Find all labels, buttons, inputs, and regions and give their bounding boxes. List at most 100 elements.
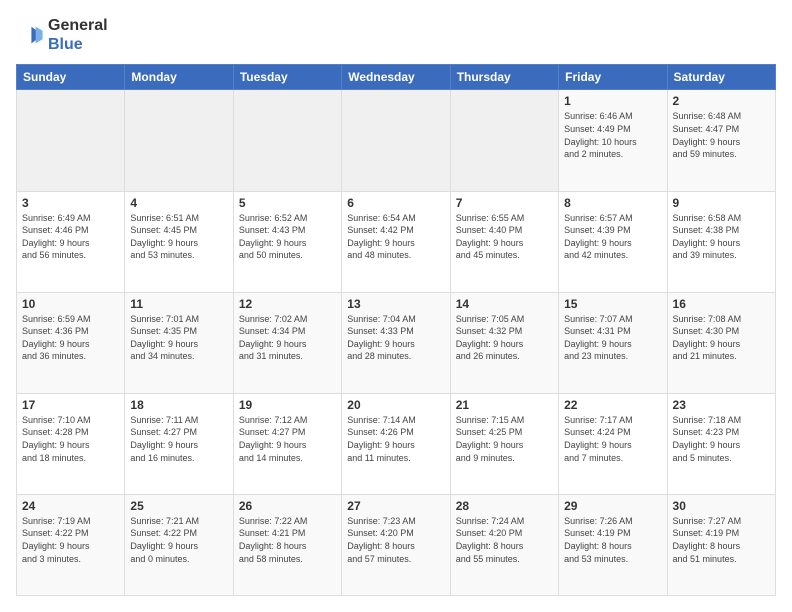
- calendar-cell: 25 Sunrise: 7:21 AM Sunset: 4:22 PM Dayli…: [125, 494, 233, 595]
- weekday-header-sunday: Sunday: [17, 65, 125, 90]
- day-info: Sunrise: 7:27 AM Sunset: 4:19 PM Dayligh…: [673, 515, 770, 565]
- day-number: 10: [22, 297, 119, 311]
- calendar-cell: 19 Sunrise: 7:12 AM Sunset: 4:27 PM Dayli…: [233, 393, 341, 494]
- day-number: 20: [347, 398, 444, 412]
- calendar-row-3: 17Sunrise: 7:10 AM Sunset: 4:28 PM Dayli…: [17, 393, 776, 494]
- calendar-cell: 21 Sunrise: 7:15 AM Sunset: 4:25 PM Dayli…: [450, 393, 558, 494]
- calendar-cell: 3Sunrise: 6:49 AM Sunset: 4:46 PM Daylig…: [17, 191, 125, 292]
- calendar-cell: [342, 90, 450, 191]
- calendar-cell: 12 Sunrise: 7:02 AM Sunset: 4:34 PM Dayli…: [233, 292, 341, 393]
- day-info: Sunrise: 6:54 AM Sunset: 4:42 PM Dayligh…: [347, 212, 444, 262]
- day-number: 19: [239, 398, 336, 412]
- day-info: Sunrise: 6:46 AM Sunset: 4:49 PM Dayligh…: [564, 110, 661, 160]
- day-number: 25: [130, 499, 227, 513]
- day-number: 9: [673, 196, 770, 210]
- calendar-cell: 23 Sunrise: 7:18 AM Sunset: 4:23 PM Dayli…: [667, 393, 775, 494]
- day-number: 23: [673, 398, 770, 412]
- calendar-cell: [233, 90, 341, 191]
- day-number: 7: [456, 196, 553, 210]
- day-info: Sunrise: 6:52 AM Sunset: 4:43 PM Dayligh…: [239, 212, 336, 262]
- day-number: 21: [456, 398, 553, 412]
- calendar-cell: [125, 90, 233, 191]
- weekday-header-wednesday: Wednesday: [342, 65, 450, 90]
- day-info: Sunrise: 7:17 AM Sunset: 4:24 PM Dayligh…: [564, 414, 661, 464]
- calendar-cell: 17Sunrise: 7:10 AM Sunset: 4:28 PM Dayli…: [17, 393, 125, 494]
- calendar-page: General Blue SundayMondayTuesdayWednesda…: [0, 0, 792, 612]
- day-number: 26: [239, 499, 336, 513]
- day-number: 6: [347, 196, 444, 210]
- header: General Blue: [16, 16, 776, 54]
- calendar-cell: 16Sunrise: 7:08 AM Sunset: 4:30 PM Dayli…: [667, 292, 775, 393]
- weekday-header-monday: Monday: [125, 65, 233, 90]
- day-number: 13: [347, 297, 444, 311]
- day-info: Sunrise: 7:12 AM Sunset: 4:27 PM Dayligh…: [239, 414, 336, 464]
- day-number: 27: [347, 499, 444, 513]
- weekday-header-tuesday: Tuesday: [233, 65, 341, 90]
- calendar-cell: 13 Sunrise: 7:04 AM Sunset: 4:33 PM Dayli…: [342, 292, 450, 393]
- calendar-row-2: 10 Sunrise: 6:59 AM Sunset: 4:36 PM Dayli…: [17, 292, 776, 393]
- day-info: Sunrise: 7:26 AM Sunset: 4:19 PM Dayligh…: [564, 515, 661, 565]
- weekday-header-thursday: Thursday: [450, 65, 558, 90]
- day-number: 22: [564, 398, 661, 412]
- day-number: 8: [564, 196, 661, 210]
- day-info: Sunrise: 7:07 AM Sunset: 4:31 PM Dayligh…: [564, 313, 661, 363]
- calendar-cell: 14 Sunrise: 7:05 AM Sunset: 4:32 PM Dayli…: [450, 292, 558, 393]
- day-info: Sunrise: 7:02 AM Sunset: 4:34 PM Dayligh…: [239, 313, 336, 363]
- day-number: 18: [130, 398, 227, 412]
- logo: General Blue: [16, 16, 108, 54]
- day-number: 11: [130, 297, 227, 311]
- calendar-cell: 30 Sunrise: 7:27 AM Sunset: 4:19 PM Dayli…: [667, 494, 775, 595]
- day-info: Sunrise: 7:19 AM Sunset: 4:22 PM Dayligh…: [22, 515, 119, 565]
- calendar-cell: 6 Sunrise: 6:54 AM Sunset: 4:42 PM Daylig…: [342, 191, 450, 292]
- calendar-cell: 8Sunrise: 6:57 AM Sunset: 4:39 PM Daylig…: [559, 191, 667, 292]
- day-info: Sunrise: 6:58 AM Sunset: 4:38 PM Dayligh…: [673, 212, 770, 262]
- day-number: 14: [456, 297, 553, 311]
- day-number: 1: [564, 94, 661, 108]
- day-info: Sunrise: 6:49 AM Sunset: 4:46 PM Dayligh…: [22, 212, 119, 262]
- day-number: 28: [456, 499, 553, 513]
- day-number: 4: [130, 196, 227, 210]
- calendar-cell: 20 Sunrise: 7:14 AM Sunset: 4:26 PM Dayli…: [342, 393, 450, 494]
- calendar-row-4: 24 Sunrise: 7:19 AM Sunset: 4:22 PM Dayli…: [17, 494, 776, 595]
- day-info: Sunrise: 7:15 AM Sunset: 4:25 PM Dayligh…: [456, 414, 553, 464]
- calendar-cell: 7 Sunrise: 6:55 AM Sunset: 4:40 PM Daylig…: [450, 191, 558, 292]
- calendar-cell: 22 Sunrise: 7:17 AM Sunset: 4:24 PM Dayli…: [559, 393, 667, 494]
- calendar-cell: 11Sunrise: 7:01 AM Sunset: 4:35 PM Dayli…: [125, 292, 233, 393]
- calendar-cell: 1 Sunrise: 6:46 AM Sunset: 4:49 PM Daylig…: [559, 90, 667, 191]
- day-number: 12: [239, 297, 336, 311]
- calendar-cell: [17, 90, 125, 191]
- calendar-cell: 4 Sunrise: 6:51 AM Sunset: 4:45 PM Daylig…: [125, 191, 233, 292]
- calendar-cell: 10 Sunrise: 6:59 AM Sunset: 4:36 PM Dayli…: [17, 292, 125, 393]
- day-number: 29: [564, 499, 661, 513]
- calendar-cell: 18Sunrise: 7:11 AM Sunset: 4:27 PM Dayli…: [125, 393, 233, 494]
- logo-text: General Blue: [48, 16, 108, 54]
- calendar-cell: 29 Sunrise: 7:26 AM Sunset: 4:19 PM Dayli…: [559, 494, 667, 595]
- calendar-cell: 27 Sunrise: 7:23 AM Sunset: 4:20 PM Dayli…: [342, 494, 450, 595]
- day-number: 15: [564, 297, 661, 311]
- calendar-cell: 26 Sunrise: 7:22 AM Sunset: 4:21 PM Dayli…: [233, 494, 341, 595]
- calendar-cell: [450, 90, 558, 191]
- day-info: Sunrise: 7:22 AM Sunset: 4:21 PM Dayligh…: [239, 515, 336, 565]
- calendar-cell: 28Sunrise: 7:24 AM Sunset: 4:20 PM Dayli…: [450, 494, 558, 595]
- day-number: 30: [673, 499, 770, 513]
- weekday-header-friday: Friday: [559, 65, 667, 90]
- day-info: Sunrise: 6:55 AM Sunset: 4:40 PM Dayligh…: [456, 212, 553, 262]
- day-info: Sunrise: 7:21 AM Sunset: 4:22 PM Dayligh…: [130, 515, 227, 565]
- weekday-header-saturday: Saturday: [667, 65, 775, 90]
- weekday-header-row: SundayMondayTuesdayWednesdayThursdayFrid…: [17, 65, 776, 90]
- day-info: Sunrise: 6:51 AM Sunset: 4:45 PM Dayligh…: [130, 212, 227, 262]
- day-info: Sunrise: 7:08 AM Sunset: 4:30 PM Dayligh…: [673, 313, 770, 363]
- day-info: Sunrise: 7:04 AM Sunset: 4:33 PM Dayligh…: [347, 313, 444, 363]
- day-info: Sunrise: 7:18 AM Sunset: 4:23 PM Dayligh…: [673, 414, 770, 464]
- day-info: Sunrise: 6:59 AM Sunset: 4:36 PM Dayligh…: [22, 313, 119, 363]
- day-info: Sunrise: 7:05 AM Sunset: 4:32 PM Dayligh…: [456, 313, 553, 363]
- day-info: Sunrise: 7:23 AM Sunset: 4:20 PM Dayligh…: [347, 515, 444, 565]
- day-info: Sunrise: 7:14 AM Sunset: 4:26 PM Dayligh…: [347, 414, 444, 464]
- calendar-cell: 9 Sunrise: 6:58 AM Sunset: 4:38 PM Daylig…: [667, 191, 775, 292]
- calendar-cell: 24 Sunrise: 7:19 AM Sunset: 4:22 PM Dayli…: [17, 494, 125, 595]
- calendar-cell: 5 Sunrise: 6:52 AM Sunset: 4:43 PM Daylig…: [233, 191, 341, 292]
- logo-icon: [16, 21, 44, 49]
- calendar-cell: 15 Sunrise: 7:07 AM Sunset: 4:31 PM Dayli…: [559, 292, 667, 393]
- day-number: 5: [239, 196, 336, 210]
- day-number: 24: [22, 499, 119, 513]
